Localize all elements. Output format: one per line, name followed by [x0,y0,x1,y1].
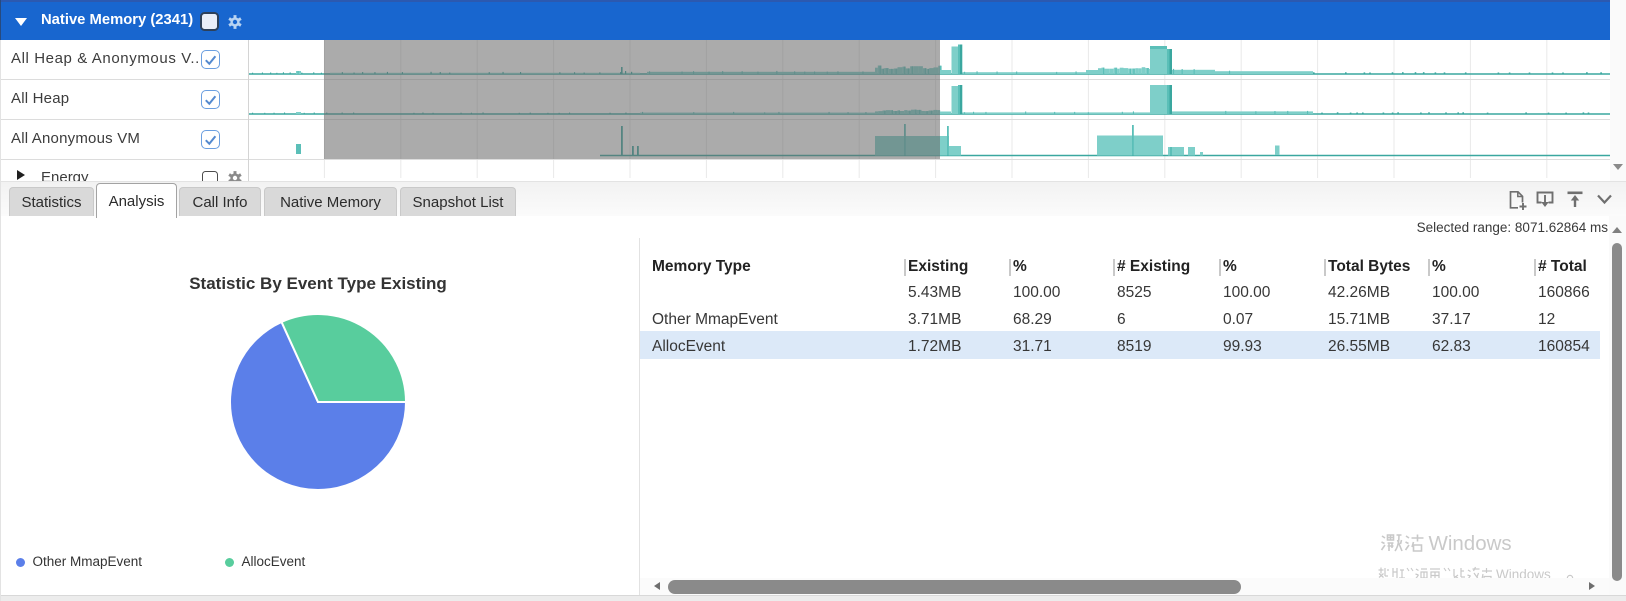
svg-text:Windows: Windows [1429,532,1512,555]
